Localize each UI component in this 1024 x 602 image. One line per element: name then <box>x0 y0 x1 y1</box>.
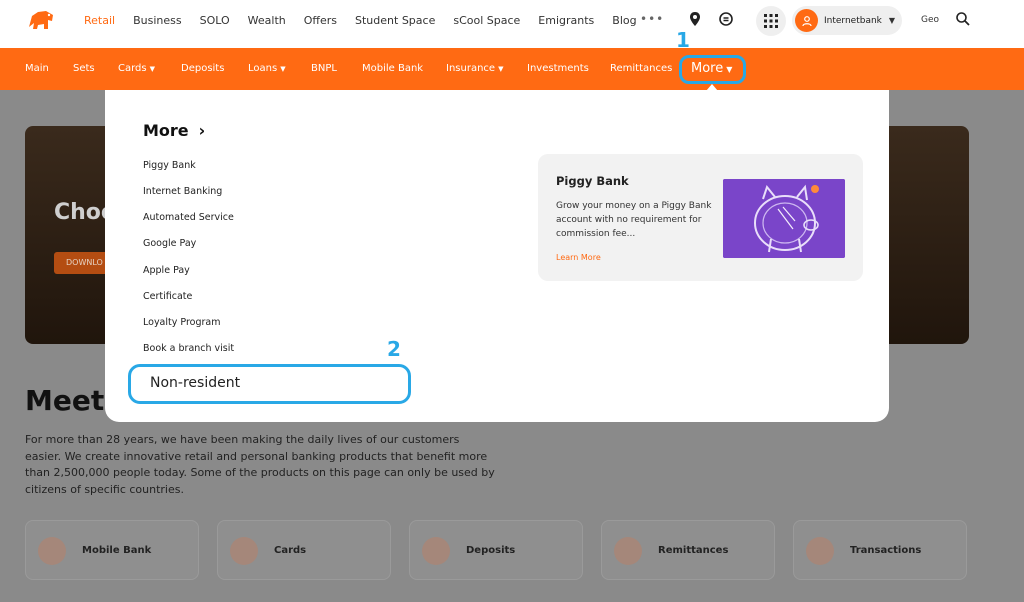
dropdown-link-piggy-bank[interactable]: Piggy Bank <box>143 160 196 171</box>
chevron-down-icon: ▼ <box>149 65 155 73</box>
page-heading: Meet <box>25 384 105 417</box>
promo-description: Grow your money on a Piggy Bank account … <box>556 201 712 239</box>
main-nav-remittances[interactable]: Remittances <box>610 63 672 74</box>
main-nav-cards-label: Cards <box>118 63 147 74</box>
dropdown-link-google-pay[interactable]: Google Pay <box>143 238 196 249</box>
search-icon[interactable] <box>954 10 972 28</box>
chevron-down-icon: ▼ <box>498 65 504 73</box>
dropdown-link-automated-service[interactable]: Automated Service <box>143 212 234 223</box>
dropdown-title-label: More <box>143 121 189 140</box>
main-nav: Main Sets Cards ▼ Deposits Loans ▼ BNPL Mo… <box>0 48 1024 90</box>
deposit-icon <box>422 537 450 565</box>
piggy-bank-promo-card[interactable]: Piggy Bank Grow your money on a Piggy Ba… <box>538 154 863 281</box>
apps-grid-button[interactable] <box>756 6 786 36</box>
dropdown-link-apple-pay[interactable]: Apple Pay <box>143 265 190 276</box>
quick-card-label: Mobile Bank <box>82 545 152 556</box>
main-nav-loans[interactable]: Loans ▼ <box>248 63 286 74</box>
dropdown-link-loyalty-program[interactable]: Loyalty Program <box>143 317 220 328</box>
chevron-down-icon: ▼ <box>280 65 286 73</box>
card-icon <box>230 537 258 565</box>
top-nav-business[interactable]: Business <box>133 14 182 27</box>
annotation-marker-2: 2 <box>387 337 401 361</box>
top-nav-school-space[interactable]: sCool Space <box>453 14 520 27</box>
dropdown-link-certificate[interactable]: Certificate <box>143 291 192 302</box>
dropdown-link-non-resident[interactable]: Non-resident <box>150 375 240 391</box>
quick-card-label: Deposits <box>466 545 516 556</box>
remittance-icon <box>614 537 642 565</box>
dropdown-link-book-branch-visit[interactable]: Book a branch visit <box>143 343 234 354</box>
quick-card-label: Cards <box>274 545 307 556</box>
top-nav-offers[interactable]: Offers <box>304 14 337 27</box>
quick-card-transactions[interactable]: Transactions <box>793 520 967 580</box>
top-nav-wealth[interactable]: Wealth <box>248 14 286 27</box>
currency-exchange-icon[interactable] <box>717 10 735 28</box>
chevron-right-icon: › <box>198 121 206 140</box>
top-nav-solo[interactable]: SOLO <box>200 14 230 27</box>
location-pin-icon[interactable] <box>686 10 704 28</box>
quick-card-cards[interactable]: Cards <box>217 520 391 580</box>
top-nav-retail[interactable]: Retail <box>84 14 115 27</box>
main-nav-investments[interactable]: Investments <box>527 63 589 74</box>
main-nav-loans-label: Loans <box>248 63 278 74</box>
main-nav-deposits[interactable]: Deposits <box>181 63 224 74</box>
user-avatar-icon <box>795 9 818 32</box>
chevron-down-icon: ▼ <box>726 65 733 74</box>
top-nav-blog[interactable]: Blog <box>612 14 636 27</box>
transfer-icon <box>806 537 834 565</box>
promo-title: Piggy Bank <box>556 174 629 188</box>
apps-grid-icon <box>764 14 778 28</box>
page-intro-text: For more than 28 years, we have been mak… <box>25 433 495 496</box>
top-header: Retail Business SOLO Wealth Offers Stude… <box>0 0 1024 48</box>
top-nav-student-space[interactable]: Student Space <box>355 14 435 27</box>
main-nav-insurance[interactable]: Insurance ▼ <box>446 63 503 74</box>
top-nav: Retail Business SOLO Wealth Offers Stude… <box>84 0 655 40</box>
main-nav-main[interactable]: Main <box>25 63 49 74</box>
promo-learn-more-link[interactable]: Learn More <box>556 253 601 262</box>
chevron-down-icon: ▼ <box>888 16 896 25</box>
quick-card-deposits[interactable]: Deposits <box>409 520 583 580</box>
more-dropdown-panel: More › Piggy Bank Internet Banking Automa… <box>105 90 889 422</box>
main-nav-more-label: More <box>691 61 724 76</box>
main-nav-insurance-label: Insurance <box>446 63 496 74</box>
quick-card-mobile-bank[interactable]: Mobile Bank <box>25 520 199 580</box>
language-switch[interactable]: Geo <box>921 15 939 25</box>
main-nav-bnpl[interactable]: BNPL <box>311 63 337 74</box>
dropdown-title[interactable]: More › <box>143 121 205 140</box>
more-dots-icon[interactable]: ••• <box>640 12 664 26</box>
main-nav-sets[interactable]: Sets <box>73 63 95 74</box>
internetbank-button[interactable]: Internetbank ▼ <box>792 6 902 35</box>
piggy-bank-image <box>723 179 845 258</box>
lion-logo-icon[interactable] <box>26 7 56 33</box>
top-nav-emigrants[interactable]: Emigrants <box>538 14 594 27</box>
dropdown-link-internet-banking[interactable]: Internet Banking <box>143 186 222 197</box>
annotation-marker-1: 1 <box>676 28 690 52</box>
quick-card-remittances[interactable]: Remittances <box>601 520 775 580</box>
main-nav-more[interactable]: More ▼ <box>691 61 732 76</box>
quick-card-label: Transactions <box>850 545 922 556</box>
main-nav-cards[interactable]: Cards ▼ <box>118 63 155 74</box>
mobile-bank-icon <box>38 537 66 565</box>
internetbank-label: Internetbank <box>824 15 882 26</box>
main-nav-mobile-bank[interactable]: Mobile Bank <box>362 63 423 74</box>
quick-card-label: Remittances <box>658 545 729 556</box>
